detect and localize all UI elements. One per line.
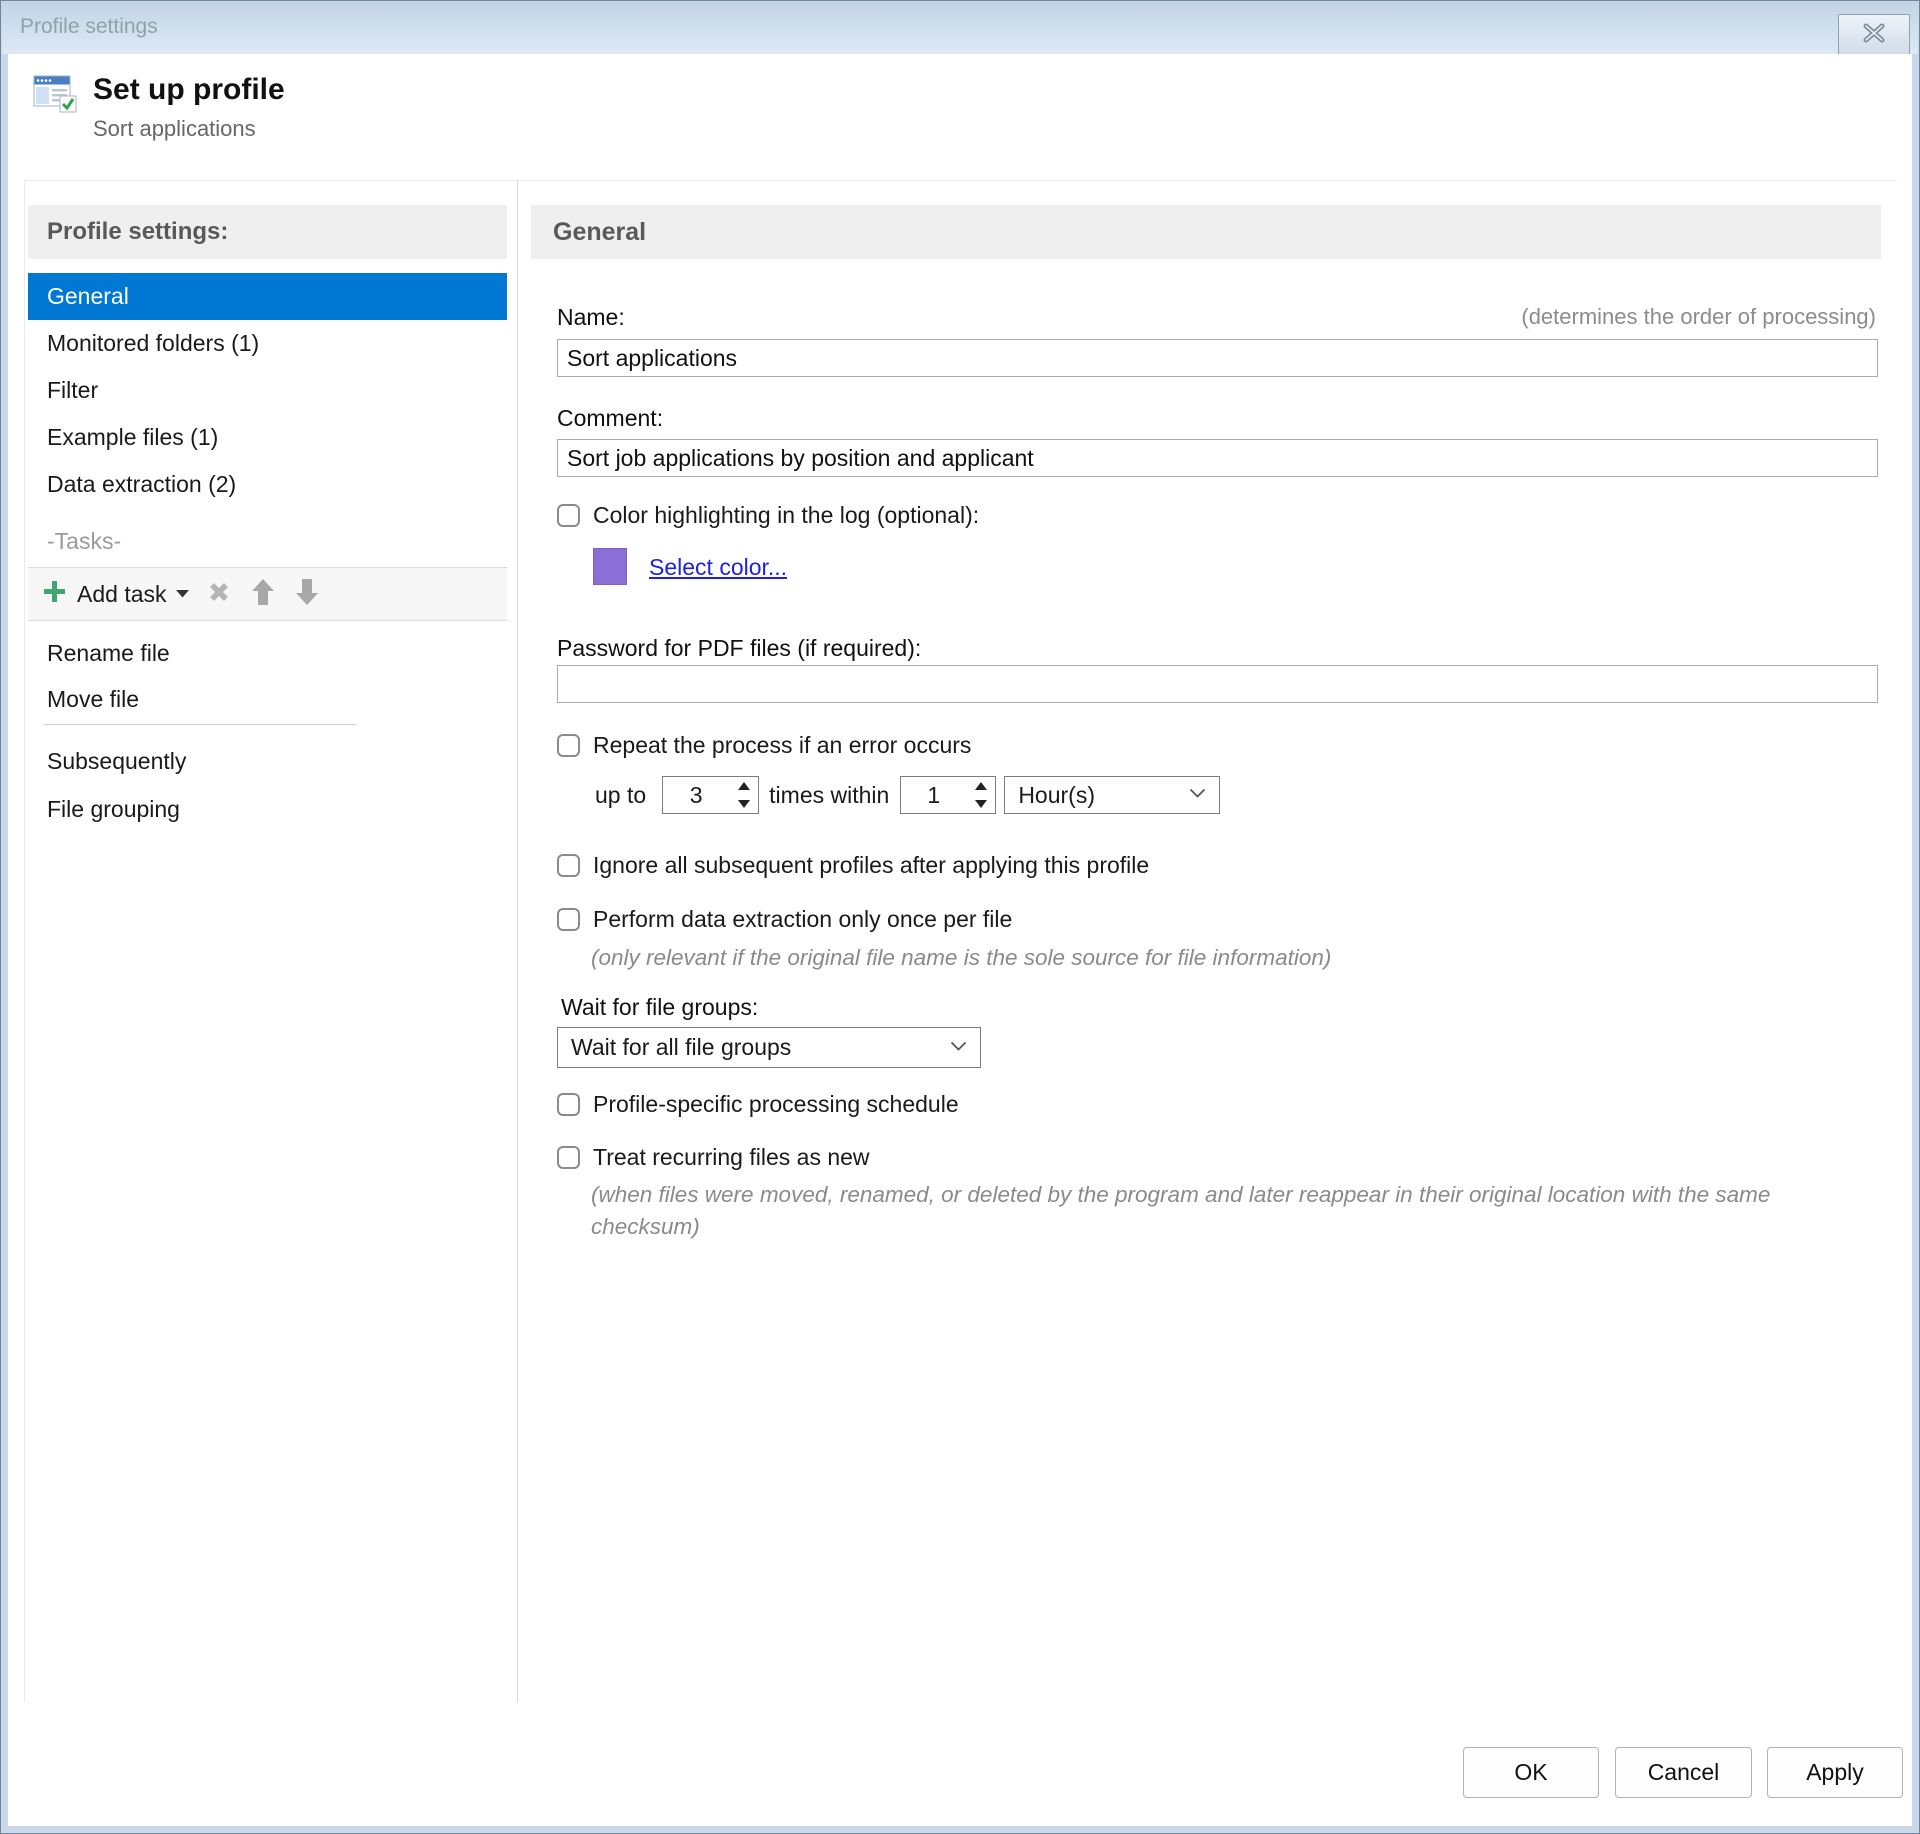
spin-up-icon xyxy=(974,782,987,790)
tasks-toolbar: Add task xyxy=(28,567,507,621)
ignore-subsequent-checkbox[interactable] xyxy=(557,854,580,877)
sidebar-item-general[interactable]: General xyxy=(28,273,507,320)
interval-unit-value: Hour(s) xyxy=(1018,781,1095,808)
color-swatch[interactable] xyxy=(593,548,627,585)
dropdown-caret-icon xyxy=(175,585,189,603)
interval-value: 1 xyxy=(927,782,941,808)
retry-count-stepper[interactable]: 3 xyxy=(662,776,760,814)
schedule-checkbox[interactable] xyxy=(557,1093,580,1116)
delete-task-button[interactable] xyxy=(197,572,241,616)
sidebar-item-data-extraction[interactable]: Data extraction (2) xyxy=(28,461,507,508)
window-title: Profile settings xyxy=(20,15,158,38)
recurring-checkbox[interactable] xyxy=(557,1146,580,1169)
sidebar-header: Profile settings: xyxy=(28,205,507,259)
task-item-move-file[interactable]: Move file xyxy=(28,676,507,722)
wait-groups-label: Wait for file groups: xyxy=(561,994,759,1020)
retry-count-down-button[interactable] xyxy=(729,795,759,813)
schedule-label: Profile-specific processing schedule xyxy=(593,1091,959,1117)
extract-once-note: (only relevant if the original file name… xyxy=(591,945,1332,970)
schedule-row: Profile-specific processing schedule xyxy=(557,1091,959,1118)
color-highlighting-label: Color highlighting in the log (optional)… xyxy=(593,502,980,528)
chevron-down-icon xyxy=(950,1039,967,1057)
add-task-button[interactable]: Add task xyxy=(39,574,197,614)
arrow-down-icon xyxy=(294,577,320,612)
repeat-process-label: Repeat the process if an error occurs xyxy=(593,732,972,758)
repeat-process-row: Repeat the process if an error occurs xyxy=(557,732,971,759)
wait-groups-select[interactable]: Wait for all file groups xyxy=(557,1027,981,1068)
task-list: Rename file Move file xyxy=(28,630,507,722)
profile-settings-dialog: Profile settings Set up profile Sort app… xyxy=(0,0,1920,1834)
delete-icon xyxy=(206,579,232,610)
extract-once-checkbox[interactable] xyxy=(557,908,580,931)
sidebar-item-monitored-folders[interactable]: Monitored folders (1) xyxy=(28,320,507,367)
panel-divider xyxy=(517,180,518,1702)
retry-count-value: 3 xyxy=(689,782,703,808)
sidebar-item-example-files[interactable]: Example files (1) xyxy=(28,414,507,461)
interval-up-button[interactable] xyxy=(966,777,996,795)
select-color-link[interactable]: Select color... xyxy=(649,554,787,581)
wait-groups-value: Wait for all file groups xyxy=(571,1034,792,1060)
setup-profile-icon xyxy=(33,75,79,118)
name-input[interactable] xyxy=(557,339,1878,377)
recurring-row: Treat recurring files as new xyxy=(557,1144,870,1171)
arrow-up-icon xyxy=(250,577,276,612)
apply-button[interactable]: Apply xyxy=(1767,1747,1903,1798)
task-item-rename-file[interactable]: Rename file xyxy=(28,630,507,676)
sidebar-item-subsequently[interactable]: Subsequently xyxy=(28,737,507,785)
tasks-section-label: -Tasks- xyxy=(47,528,122,554)
pdf-password-label: Password for PDF files (if required): xyxy=(557,635,922,661)
name-hint: (determines the order of processing) xyxy=(1521,304,1876,329)
extract-once-label: Perform data extraction only once per fi… xyxy=(593,906,1013,932)
spin-up-icon xyxy=(737,782,750,790)
pdf-password-input[interactable] xyxy=(557,665,1878,703)
comment-label: Comment: xyxy=(557,405,664,431)
extract-once-row: Perform data extraction only once per fi… xyxy=(557,906,1012,933)
section-title: General xyxy=(531,205,1881,259)
ok-button[interactable]: OK xyxy=(1463,1747,1599,1798)
comment-input[interactable] xyxy=(557,439,1878,477)
spin-down-icon xyxy=(974,800,987,808)
interval-unit-select[interactable]: Hour(s) xyxy=(1004,776,1221,814)
page-subtitle: Sort applications xyxy=(93,116,256,141)
chevron-down-icon xyxy=(1189,786,1206,804)
sidebar-item-file-grouping[interactable]: File grouping xyxy=(28,785,507,833)
close-icon xyxy=(1862,23,1886,48)
close-button[interactable] xyxy=(1838,14,1910,57)
recurring-label: Treat recurring files as new xyxy=(593,1144,870,1170)
after-task-list: Subsequently File grouping xyxy=(28,737,507,833)
color-highlighting-checkbox[interactable] xyxy=(557,504,580,527)
header-divider xyxy=(25,180,1897,181)
sidebar-separator xyxy=(44,724,356,725)
sidebar-item-filter[interactable]: Filter xyxy=(28,367,507,414)
add-icon xyxy=(41,578,68,610)
repeat-process-checkbox[interactable] xyxy=(557,734,580,757)
color-highlighting-row: Color highlighting in the log (optional)… xyxy=(557,502,979,529)
spin-down-icon xyxy=(737,800,750,808)
page-title: Set up profile xyxy=(93,73,285,106)
cancel-button[interactable]: Cancel xyxy=(1615,1747,1752,1798)
repeat-settings-row: up to 3 times within 1 Hour(s) xyxy=(595,776,1221,814)
add-task-label: Add task xyxy=(77,580,167,607)
retry-count-up-button[interactable] xyxy=(729,777,759,795)
name-label: Name: xyxy=(557,304,625,330)
interval-stepper[interactable]: 1 xyxy=(900,776,997,814)
title-bar[interactable]: Profile settings xyxy=(2,2,1918,54)
ignore-subsequent-row: Ignore all subsequent profiles after app… xyxy=(557,852,1149,879)
move-task-up-button[interactable] xyxy=(241,572,285,616)
move-task-down-button[interactable] xyxy=(285,572,329,616)
sidebar-nav: General Monitored folders (1) Filter Exa… xyxy=(28,273,507,508)
ignore-subsequent-label: Ignore all subsequent profiles after app… xyxy=(593,852,1150,878)
interval-down-button[interactable] xyxy=(966,795,996,813)
sidebar-left-edge xyxy=(24,180,25,1702)
recurring-note: (when files were moved, renamed, or dele… xyxy=(591,1182,1771,1239)
times-within-label: times within xyxy=(769,781,890,808)
up-to-label: up to xyxy=(595,781,647,808)
